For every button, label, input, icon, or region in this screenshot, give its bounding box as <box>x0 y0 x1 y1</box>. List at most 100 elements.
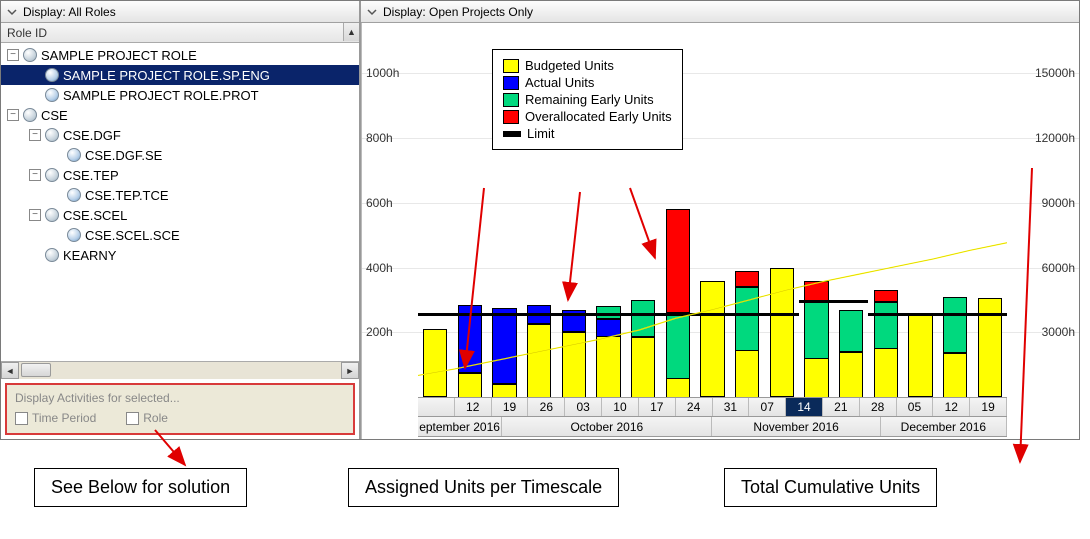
role-icon <box>23 108 37 122</box>
day-cell[interactable]: 28 <box>860 398 897 416</box>
collapse-icon[interactable]: − <box>7 109 19 121</box>
chart-legend: Budgeted Units Actual Units Remaining Ea… <box>492 49 683 150</box>
tree-hscroll[interactable]: ◄ ► <box>1 361 359 379</box>
bar-stack <box>423 41 447 397</box>
role-icon <box>45 208 59 222</box>
callout-solution: See Below for solution <box>34 468 247 507</box>
scroll-right-button[interactable]: ► <box>341 362 359 379</box>
day-cell[interactable]: 03 <box>565 398 602 416</box>
callout-assigned: Assigned Units per Timescale <box>348 468 619 507</box>
role-icon <box>45 168 59 182</box>
day-cell[interactable]: 26 <box>528 398 565 416</box>
bar-segment <box>839 352 863 397</box>
tree-label: CSE.TEP.TCE <box>85 188 169 203</box>
month-cell[interactable]: December 2016 <box>881 417 1007 436</box>
column-header-label: Role ID <box>7 26 47 40</box>
tree-row[interactable]: CSE.DGF.SE <box>1 145 359 165</box>
day-cell[interactable]: 14 <box>786 398 823 416</box>
checkbox-icon <box>126 412 139 425</box>
bar-stack <box>839 41 863 397</box>
collapse-icon[interactable]: − <box>29 129 41 141</box>
time-axis: 121926031017243107142128051219eptember 2… <box>418 397 1007 439</box>
day-cell[interactable]: 05 <box>897 398 934 416</box>
bar-segment <box>631 300 655 337</box>
day-cell[interactable]: 19 <box>970 398 1007 416</box>
bar-segment <box>492 384 516 397</box>
tree-label: CSE.DGF.SE <box>85 148 162 163</box>
y-left-tick: 1000h <box>366 66 399 80</box>
legend-over: Overallocated Early Units <box>525 109 672 124</box>
left-display-bar[interactable]: Display: All Roles <box>1 1 359 23</box>
collapse-icon[interactable]: − <box>7 49 19 61</box>
role-tree[interactable]: − SAMPLE PROJECT ROLE SAMPLE PROJECT ROLE.… <box>1 43 359 361</box>
scroll-left-button[interactable]: ◄ <box>1 362 19 379</box>
bar-segment <box>458 373 482 397</box>
bar-segment <box>943 353 967 397</box>
tree-label: CSE <box>41 108 68 123</box>
month-cell[interactable]: November 2016 <box>712 417 880 436</box>
bar-segment <box>874 290 898 301</box>
y-left-tick: 600h <box>366 196 393 210</box>
column-header[interactable]: Role ID ▲ <box>1 23 359 43</box>
tree-label: CSE.SCEL.SCE <box>85 228 180 243</box>
day-cell[interactable]: 24 <box>676 398 713 416</box>
bar-segment <box>804 281 828 302</box>
bar-segment <box>943 297 967 354</box>
scroll-up-button[interactable]: ▲ <box>343 23 359 41</box>
day-cell[interactable]: 12 <box>933 398 970 416</box>
bar-stack <box>908 41 932 397</box>
month-cell[interactable]: eptember 2016 <box>418 417 502 436</box>
legend-actual: Actual Units <box>525 75 594 90</box>
tree-label: CSE.TEP <box>63 168 119 183</box>
tree-row[interactable]: − CSE.TEP <box>1 165 359 185</box>
bar-segment <box>735 350 759 397</box>
y-right-tick: 12000h <box>1035 131 1075 145</box>
day-cell[interactable]: 10 <box>602 398 639 416</box>
bar-stack <box>804 41 828 397</box>
tree-row[interactable]: −CSE.DGF <box>1 125 359 145</box>
bar-segment <box>631 337 655 397</box>
limit-line <box>418 313 799 316</box>
day-cell[interactable]: 31 <box>713 398 750 416</box>
checkbox-icon <box>15 412 28 425</box>
y-right-tick: 3000h <box>1042 325 1075 339</box>
tree-label: SAMPLE PROJECT ROLE <box>41 48 197 63</box>
tree-row[interactable]: CSE.TEP.TCE <box>1 185 359 205</box>
collapse-icon[interactable]: − <box>29 209 41 221</box>
tree-label: KEARNY <box>63 248 116 263</box>
tree-row[interactable]: CSE.SCEL.SCE <box>1 225 359 245</box>
bar-stack <box>458 41 482 397</box>
day-cell[interactable]: 19 <box>492 398 529 416</box>
role-icon <box>45 128 59 142</box>
tree-row[interactable]: SAMPLE PROJECT ROLE.PROT <box>1 85 359 105</box>
scroll-track[interactable] <box>19 362 341 379</box>
time-period-label: Time Period <box>32 411 96 425</box>
tree-row[interactable]: KEARNY <box>1 245 359 265</box>
day-cell[interactable]: 17 <box>639 398 676 416</box>
day-cell[interactable]: 12 <box>455 398 492 416</box>
time-period-checkbox[interactable]: Time Period <box>15 411 96 425</box>
scroll-thumb[interactable] <box>21 363 51 377</box>
bar-stack <box>874 41 898 397</box>
day-cell[interactable]: 21 <box>823 398 860 416</box>
limit-line <box>799 300 868 303</box>
swatch-limit <box>503 131 521 137</box>
role-checkbox[interactable]: Role <box>126 411 168 425</box>
bar-segment <box>423 329 447 397</box>
bar-stack <box>735 41 759 397</box>
day-cell[interactable] <box>418 398 455 416</box>
swatch-budgeted <box>503 59 519 73</box>
bar-segment <box>596 319 620 335</box>
tree-row[interactable]: − SAMPLE PROJECT ROLE <box>1 45 359 65</box>
role-icon <box>67 228 81 242</box>
month-cell[interactable]: October 2016 <box>502 417 712 436</box>
tree-row[interactable]: − CSE <box>1 105 359 125</box>
tree-row[interactable]: SAMPLE PROJECT ROLE.SP.ENG <box>1 65 359 85</box>
right-display-bar[interactable]: Display: Open Projects Only <box>361 1 1079 23</box>
chart-area[interactable]: Budgeted Units Actual Units Remaining Ea… <box>361 23 1079 439</box>
y-left-tick: 400h <box>366 261 393 275</box>
bar-segment <box>700 281 724 398</box>
day-cell[interactable]: 07 <box>749 398 786 416</box>
tree-row[interactable]: −CSE.SCEL <box>1 205 359 225</box>
collapse-icon[interactable]: − <box>29 169 41 181</box>
